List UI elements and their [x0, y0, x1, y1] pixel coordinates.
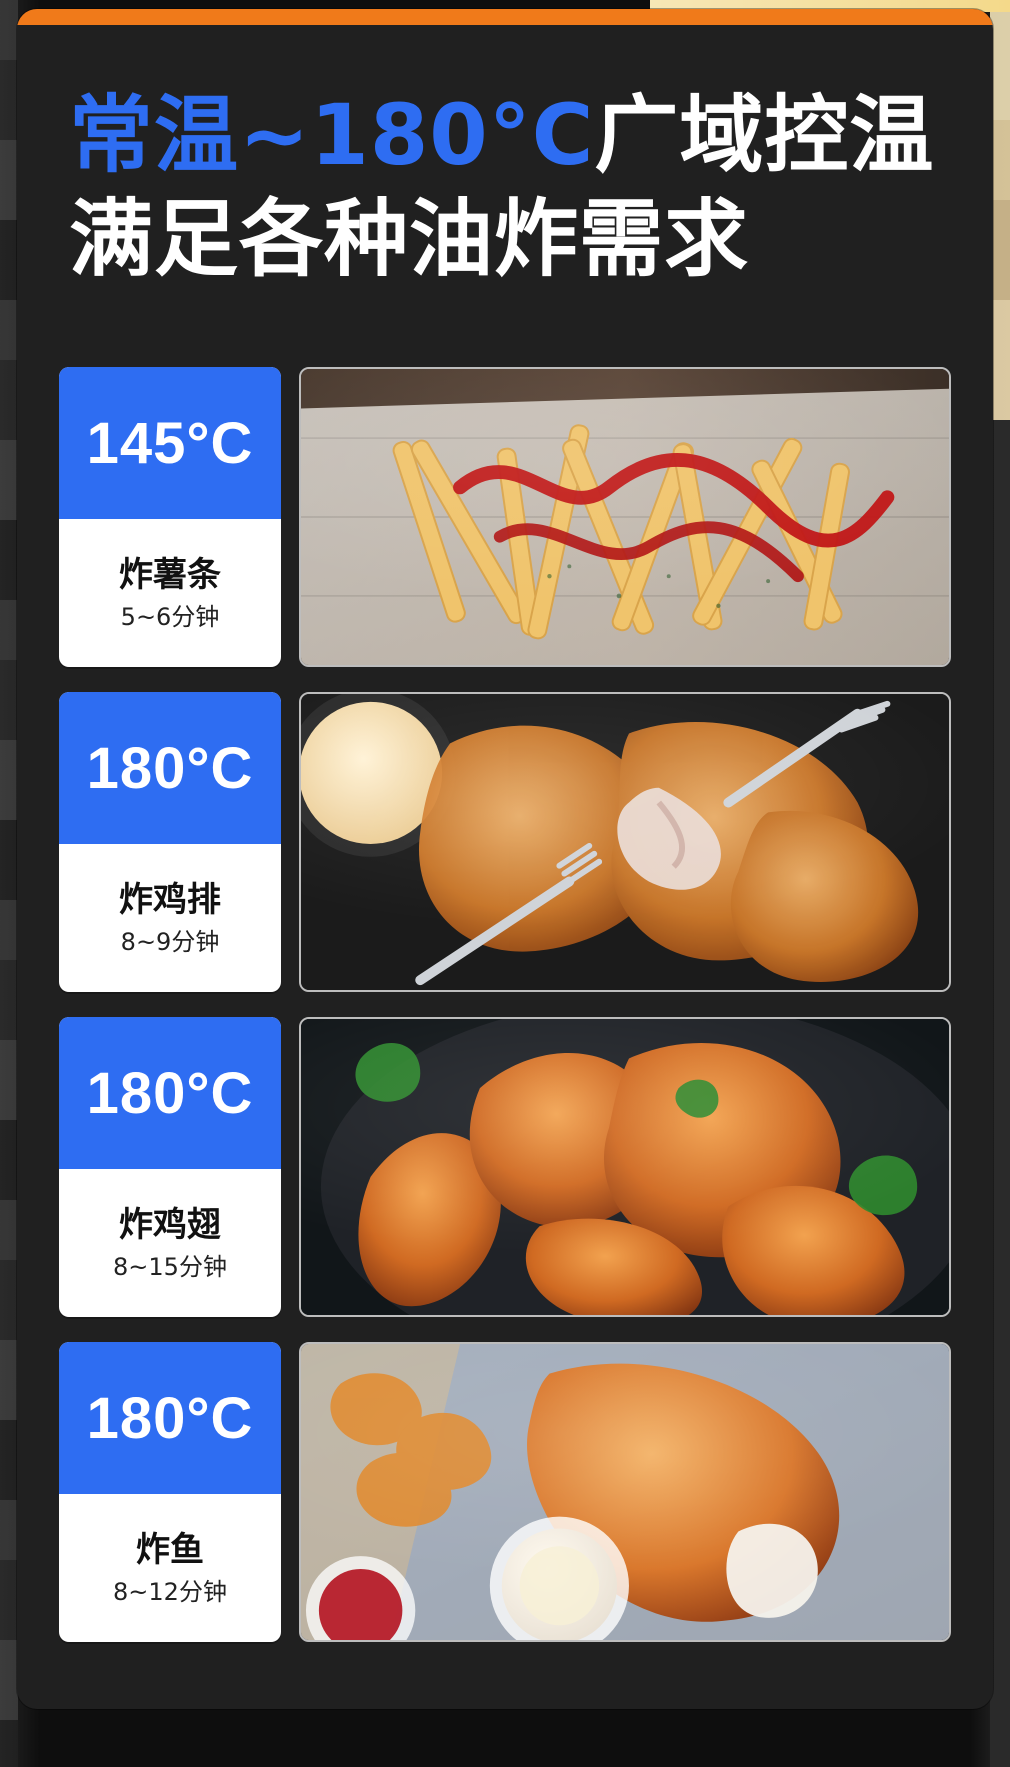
food-name: 炸鱼 — [136, 1530, 204, 1570]
headline-accent: 常温~180°C — [69, 86, 595, 184]
temperature-row: 180°C 炸鸡排 8~9分钟 — [59, 692, 951, 992]
food-name: 炸鸡翅 — [119, 1205, 221, 1245]
main-card: 常温~180°C广域控温 满足各种油炸需求 145°C 炸薯条 5~6分钟 18… — [17, 9, 993, 1709]
temperature-value: 180°C — [59, 1017, 281, 1169]
fried-chicken-cutlet-photo — [299, 692, 951, 992]
temperature-card: 145°C 炸薯条 5~6分钟 — [59, 367, 281, 667]
cook-time: 5~6分钟 — [120, 603, 220, 631]
temperature-card: 180°C 炸鱼 8~12分钟 — [59, 1342, 281, 1642]
page: 常温~180°C广域控温 满足各种油炸需求 145°C 炸薯条 5~6分钟 18… — [0, 0, 1010, 1767]
french-fries-photo — [299, 367, 951, 667]
headline-rest: 广域控温 — [594, 86, 935, 184]
headline: 常温~180°C广域控温 满足各种油炸需求 — [69, 83, 989, 291]
headline-line-1: 常温~180°C广域控温 — [69, 83, 989, 187]
food-info: 炸鸡排 8~9分钟 — [59, 844, 281, 992]
temperature-value: 180°C — [59, 1342, 281, 1494]
food-info: 炸鱼 8~12分钟 — [59, 1494, 281, 1642]
temperature-card: 180°C 炸鸡排 8~9分钟 — [59, 692, 281, 992]
headline-line-2: 满足各种油炸需求 — [69, 190, 750, 288]
food-info: 炸薯条 5~6分钟 — [59, 519, 281, 667]
temperature-row: 180°C 炸鸡翅 8~15分钟 — [59, 1017, 951, 1317]
food-name: 炸鸡排 — [119, 880, 221, 920]
background-right-texture — [990, 0, 1010, 1767]
cook-time: 8~9分钟 — [120, 928, 220, 956]
card-top-bar — [17, 9, 993, 25]
food-info: 炸鸡翅 8~15分钟 — [59, 1169, 281, 1317]
fried-fish-photo — [299, 1342, 951, 1642]
temperature-card: 180°C 炸鸡翅 8~15分钟 — [59, 1017, 281, 1317]
food-name: 炸薯条 — [119, 555, 221, 595]
temperature-row: 145°C 炸薯条 5~6分钟 — [59, 367, 951, 667]
background-left-texture — [0, 0, 18, 1767]
temperature-list: 145°C 炸薯条 5~6分钟 180°C 炸鸡排 8~9分钟 180°C 炸鸡… — [59, 367, 951, 1667]
fried-chicken-wings-photo — [299, 1017, 951, 1317]
cook-time: 8~15分钟 — [113, 1253, 227, 1281]
cook-time: 8~12分钟 — [113, 1578, 227, 1606]
temperature-value: 180°C — [59, 692, 281, 844]
temperature-row: 180°C 炸鱼 8~12分钟 — [59, 1342, 951, 1642]
temperature-value: 145°C — [59, 367, 281, 519]
